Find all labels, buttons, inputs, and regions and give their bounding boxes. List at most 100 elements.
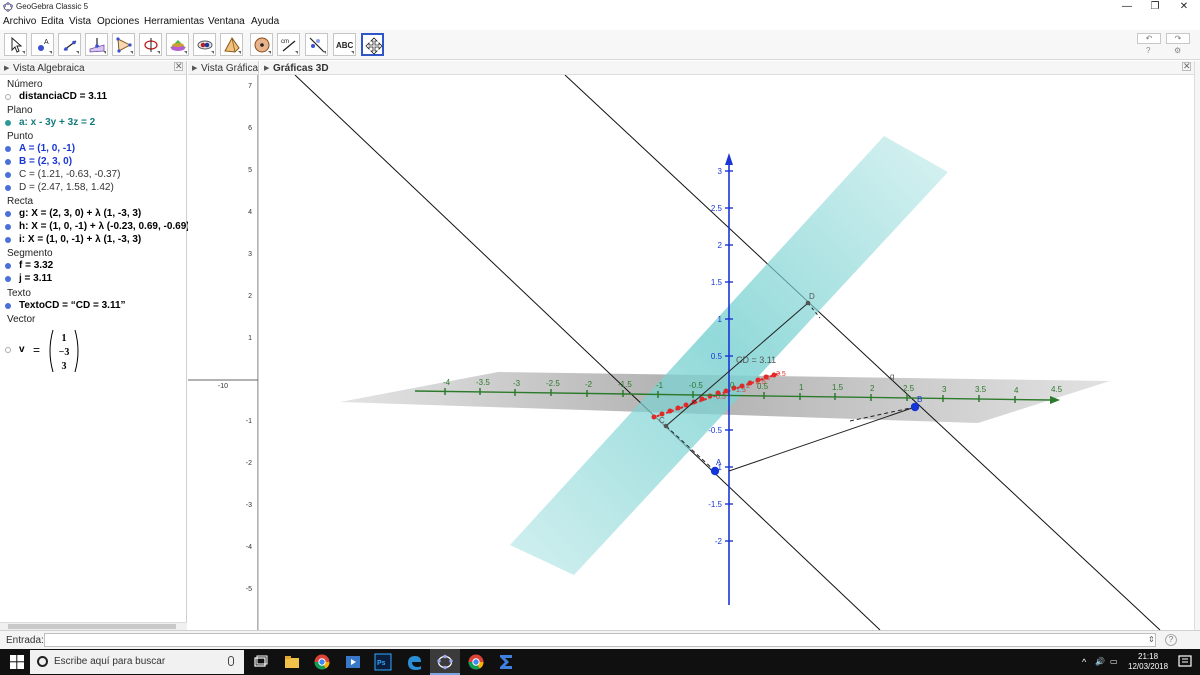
visibility-toggle-icon[interactable] [5, 303, 11, 309]
menu-vista[interactable]: Vista [69, 16, 91, 27]
menu-opciones[interactable]: Opciones [97, 16, 139, 27]
network-icon[interactable]: ▭ [1110, 657, 1118, 666]
z-tick-label: -1.5 [708, 500, 722, 509]
graphics-view-panel[interactable]: ▶ Vista Gráfica 7 6 5 4 3 2 1 -1 -2 -3 -… [188, 61, 259, 630]
distance-tool-button[interactable]: cm [277, 33, 300, 56]
x-tick-label: 1.5 [736, 387, 746, 394]
point-tool-button[interactable]: A [31, 33, 54, 56]
panel-expand-arrow-icon[interactable]: ▶ [264, 64, 269, 72]
geogebra-taskbar-icon[interactable] [436, 653, 454, 671]
sphere-view-tool-button[interactable] [193, 33, 216, 56]
chrome-icon[interactable] [313, 653, 331, 671]
sphere-tool-button[interactable] [250, 33, 273, 56]
right-panel-edge[interactable] [1194, 61, 1200, 630]
intersect-surfaces-tool-button[interactable] [166, 33, 189, 56]
minimize-button[interactable]: — [1113, 0, 1141, 15]
algebra-item-line-h[interactable]: h: X = (1, 0, -1) + λ (-0.23, 0.69, -0.6… [0, 221, 190, 234]
algebra-item-plane-a[interactable]: a: x - 3y + 3z = 2 [0, 117, 186, 130]
media-player-icon[interactable] [344, 653, 362, 671]
scrollbar-thumb[interactable] [8, 624, 176, 629]
photoshop-icon[interactable]: Ps [374, 653, 392, 671]
move-graphics-view-tool-button[interactable] [361, 33, 384, 56]
item-text: TextoCD = “CD = 3.11” [19, 300, 126, 311]
algebra-horizontal-scrollbar[interactable] [0, 622, 187, 630]
input-field[interactable] [44, 633, 1156, 647]
help-icon[interactable]: ? [1146, 46, 1150, 55]
notifications-icon[interactable] [1176, 653, 1194, 671]
algebra-item-segment-j[interactable]: j = 3.11 [0, 273, 186, 286]
graphics-2d-canvas[interactable]: 7 6 5 4 3 2 1 -1 -2 -3 -4 -5 -10 [188, 75, 259, 630]
text-tool-button[interactable]: ABC [333, 33, 356, 56]
visibility-toggle-icon[interactable] [5, 347, 11, 353]
z-axis-arrow-icon [725, 153, 733, 165]
microphone-icon[interactable] [228, 656, 234, 666]
menu-edita[interactable]: Edita [41, 16, 64, 27]
edge-icon[interactable] [405, 653, 423, 671]
visibility-toggle-icon[interactable] [5, 159, 11, 165]
algebra-item-text-CD[interactable]: TextoCD = “CD = 3.11” [0, 300, 186, 313]
algebra-item-point-B[interactable]: B = (2, 3, 0) [0, 156, 186, 169]
point-B[interactable] [910, 402, 920, 412]
algebra-item-line-g[interactable]: g: X = (2, 3, 0) + λ (1, -3, 3) [0, 208, 186, 221]
pyramid-tool-button[interactable] [220, 33, 243, 56]
search-placeholder: Escribe aquí para buscar [54, 656, 166, 667]
point-C-label: C [659, 416, 665, 425]
clock-time[interactable]: 21:18 [1138, 652, 1158, 661]
perpendicular-tool-button[interactable] [85, 33, 108, 56]
clock-date[interactable]: 12/03/2018 [1128, 662, 1168, 671]
item-text: f = 3.32 [19, 260, 54, 271]
menu-herramientas[interactable]: Herramientas [144, 16, 204, 27]
file-explorer-icon[interactable] [283, 653, 301, 671]
point-D[interactable] [805, 300, 811, 306]
visibility-toggle-icon[interactable] [5, 211, 11, 217]
y-tick-label: 2 [248, 293, 252, 300]
algebra-item-vector-v[interactable]: v = 1 −3 3 [0, 327, 186, 375]
visibility-toggle-icon[interactable] [5, 172, 11, 178]
chrome-window-icon[interactable] [467, 653, 485, 671]
visibility-toggle-icon[interactable] [5, 94, 11, 100]
menu-ayuda[interactable]: Ayuda [251, 16, 279, 27]
polygon-tool-button[interactable] [112, 33, 135, 56]
line-tool-button[interactable] [58, 33, 81, 56]
taskbar-search-box[interactable]: Escribe aquí para buscar [30, 650, 244, 674]
settings-gear-icon[interactable]: ⚙ [1174, 46, 1181, 55]
panel-expand-arrow-icon[interactable]: ▶ [192, 64, 197, 72]
redo-button[interactable]: ↷ [1166, 33, 1190, 44]
input-history-icon[interactable]: ⇕ [1148, 635, 1155, 644]
graphics-3d-canvas[interactable]: 0.5 1 1.5 2 2.5 3 3.5 -4 -3.5 -3 -2.5 -2… [260, 75, 1194, 630]
windows-start-icon[interactable] [10, 655, 24, 669]
visibility-toggle-icon[interactable] [5, 263, 11, 269]
visibility-toggle-icon[interactable] [5, 146, 11, 152]
menu-archivo[interactable]: Archivo [3, 16, 36, 27]
close-button[interactable]: ✕ [1170, 0, 1198, 15]
graphics-3d-panel[interactable]: ▶ Gráficas 3D ✕ 0.5 1 1.5 2 2.5 3 3.5 -4… [260, 61, 1194, 630]
visibility-toggle-icon[interactable] [5, 120, 11, 126]
algebra-item-segment-f[interactable]: f = 3.32 [0, 260, 186, 273]
algebra-item-point-C[interactable]: C = (1.21, -0.63, -0.37) [0, 169, 186, 182]
close-panel-icon[interactable]: ✕ [174, 62, 183, 71]
reflect-tool-button[interactable] [305, 33, 328, 56]
panel-expand-arrow-icon[interactable]: ▶ [4, 64, 9, 72]
algebra-item-line-i[interactable]: i: X = (1, 0, -1) + λ (1, -3, 3) [0, 234, 186, 247]
visibility-toggle-icon[interactable] [5, 185, 11, 191]
undo-button[interactable]: ↶ [1137, 33, 1161, 44]
sigma-app-icon[interactable] [497, 653, 515, 671]
circle-axis-tool-button[interactable] [139, 33, 162, 56]
visibility-toggle-icon[interactable] [5, 237, 11, 243]
maximize-button[interactable]: ❐ [1141, 0, 1169, 15]
tray-chevron-icon[interactable]: ^ [1082, 657, 1086, 667]
z-tick-label: 0.5 [711, 352, 723, 361]
visibility-toggle-icon[interactable] [5, 276, 11, 282]
algebra-item-point-A[interactable]: A = (1, 0, -1) [0, 143, 186, 156]
menu-ventana[interactable]: Ventana [208, 16, 245, 27]
close-panel-icon[interactable]: ✕ [1182, 62, 1191, 71]
algebra-item-distanciaCD[interactable]: distanciaCD = 3.11 [0, 91, 186, 104]
task-view-icon[interactable] [252, 653, 270, 671]
move-tool-button[interactable] [4, 33, 27, 56]
volume-icon[interactable]: 🔊 [1095, 657, 1105, 666]
title-bar: GeoGebra Classic 5 — ❐ ✕ [0, 0, 1200, 15]
point-A[interactable] [710, 466, 720, 476]
input-help-icon[interactable]: ? [1165, 634, 1177, 646]
algebra-item-point-D[interactable]: D = (2.47, 1.58, 1.42) [0, 182, 186, 195]
visibility-toggle-icon[interactable] [5, 224, 11, 230]
